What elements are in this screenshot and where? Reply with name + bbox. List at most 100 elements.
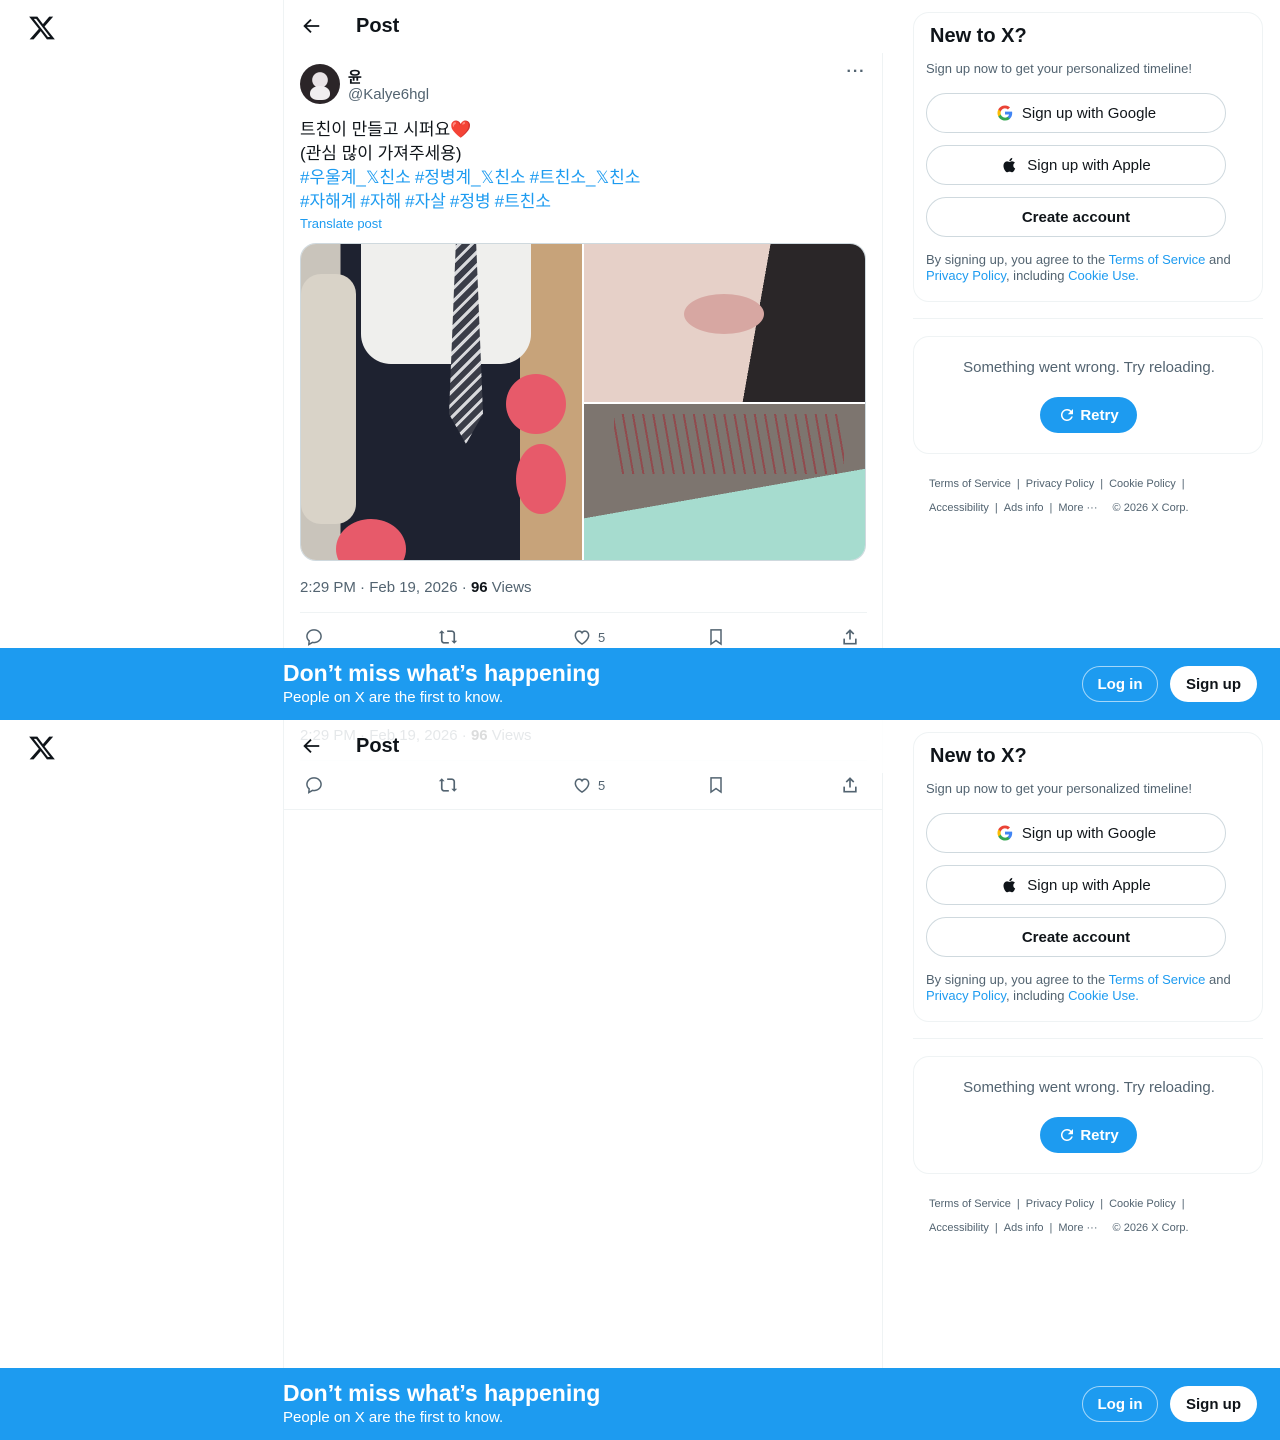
post-author: 윤 @Kalye6hgl ··· (300, 64, 867, 110)
like-count: 5 (598, 629, 606, 645)
hashtag-link[interactable]: #우울계_𝕏친소 (300, 168, 411, 187)
cookie-use-link[interactable]: Cookie Use. (1068, 988, 1139, 1003)
signup-terms: By signing up, you agree to the Terms of… (926, 252, 1256, 284)
reply-icon (306, 629, 322, 646)
back-arrow-icon[interactable] (300, 735, 322, 757)
bookmark-button[interactable] (706, 773, 726, 797)
hashtag-link[interactable]: #자살 (405, 192, 446, 211)
like-count: 5 (598, 777, 606, 793)
copyright: © 2026 X Corp. (1112, 502, 1189, 514)
footer-links: Terms of Service | Privacy Policy | Cookie P… (929, 1198, 1189, 1234)
avatar[interactable] (300, 64, 340, 104)
more-options-icon[interactable]: ··· (845, 64, 867, 86)
terms-of-service-link[interactable]: Terms of Service (1109, 972, 1206, 987)
google-signup-button[interactable]: Sign up with Google (926, 813, 1226, 853)
footer-link[interactable]: Cookie Policy (1109, 478, 1176, 490)
signup-button[interactable]: Sign up (1170, 1386, 1257, 1422)
x-logo-icon[interactable] (28, 14, 56, 42)
back-arrow-icon[interactable] (300, 15, 322, 37)
views-count: 96 (470, 579, 488, 596)
footer-link[interactable]: Privacy Policy (1026, 1198, 1094, 1210)
footer-more-link[interactable]: More ··· (1058, 502, 1097, 514)
post: 윤 @Kalye6hgl ··· 트친이 만들고 시퍼요❤️ (관심 많이 가져… (300, 64, 867, 661)
repost-button[interactable] (438, 625, 458, 649)
hashtag-link[interactable]: #트친소_𝕏친소 (530, 168, 641, 187)
bookmark-button[interactable] (706, 625, 726, 649)
privacy-policy-link[interactable]: Privacy Policy (926, 268, 1006, 283)
footer-link[interactable]: Privacy Policy (1026, 478, 1094, 490)
page-title: Post (356, 735, 400, 757)
login-button[interactable]: Log in (1082, 1386, 1158, 1422)
post-header: Post (284, 720, 883, 773)
terms-of-service-link[interactable]: Terms of Service (1109, 252, 1206, 267)
divider (913, 318, 1263, 319)
reply-icon (306, 777, 322, 794)
footer-link[interactable]: Terms of Service (929, 1198, 1011, 1210)
repost-button[interactable] (438, 773, 458, 797)
photo-detail (301, 274, 356, 524)
divider (913, 1038, 1263, 1039)
views-label: Views (487, 579, 532, 596)
share-button[interactable] (840, 773, 860, 797)
banner-title: Don’t miss what’s happening (283, 1380, 601, 1406)
retry-button[interactable]: Retry (1040, 1117, 1137, 1153)
terms-text: , including (1005, 268, 1069, 283)
heart-sticker (506, 374, 566, 434)
signup-button[interactable]: Sign up (1170, 666, 1257, 702)
footer-link[interactable]: Ads info (1004, 1222, 1044, 1234)
error-message: Something went wrong. Try reloading. (963, 1079, 1215, 1096)
media-photo-3[interactable] (584, 404, 865, 560)
retry-label: Retry (1080, 406, 1119, 424)
hashtag-link[interactable]: #트친소 (495, 192, 551, 211)
post-header: Post (284, 0, 883, 53)
apple-icon (1003, 877, 1016, 893)
footer-link[interactable]: Terms of Service (929, 478, 1011, 490)
login-button[interactable]: Log in (1082, 666, 1158, 702)
terms-text: By signing up, you agree to the (926, 252, 1109, 267)
footer-link[interactable]: Accessibility (929, 502, 989, 514)
hashtag-link[interactable]: #정병계_𝕏친소 (415, 168, 526, 187)
reply-button[interactable] (304, 625, 324, 649)
footer-more-link[interactable]: More ··· (1058, 1222, 1097, 1234)
post-text: 트친이 만들고 시퍼요❤️ (관심 많이 가져주세용) #우울계_𝕏친소 #정병계… (300, 118, 867, 214)
google-icon (997, 825, 1013, 841)
post-time[interactable]: 2:29 PM · Feb 19, 2026 · (300, 579, 471, 596)
google-icon (997, 105, 1013, 121)
media-photo-1[interactable] (301, 244, 582, 560)
privacy-policy-link[interactable]: Privacy Policy (926, 988, 1006, 1003)
translate-post-link[interactable]: Translate post (300, 216, 867, 231)
cookie-use-link[interactable]: Cookie Use. (1068, 268, 1139, 283)
signup-heading: New to X? (930, 25, 1027, 47)
signup-banner: Don’t miss what’s happening People on X … (0, 648, 1280, 720)
footer-link[interactable]: Cookie Policy (1109, 1198, 1176, 1210)
footer-link[interactable]: Ads info (1004, 502, 1044, 514)
share-icon (843, 629, 857, 645)
hashtags-row-2: #자해계 #자해 #자살 #정병 #트친소 (300, 190, 867, 214)
apple-signup-button[interactable]: Sign up with Apple (926, 865, 1226, 905)
share-button[interactable] (840, 625, 860, 649)
signup-card: New to X? Sign up now to get your person… (913, 732, 1263, 1022)
hashtag-link[interactable]: #정병 (450, 192, 491, 211)
author-handle[interactable]: @Kalye6hgl (348, 86, 429, 103)
google-signup-button[interactable]: Sign up with Google (926, 93, 1226, 133)
like-button[interactable]: 5 (572, 773, 605, 797)
author-name[interactable]: 윤 (348, 66, 362, 87)
frame-top: Post 윤 @Kalye6hgl ··· 트친이 만들고 시퍼요❤️ (관심 … (0, 0, 1280, 720)
create-account-button[interactable]: Create account (926, 197, 1226, 237)
sidebar: New to X? Sign up now to get your person… (913, 0, 1263, 720)
error-message: Something went wrong. Try reloading. (963, 359, 1215, 376)
signup-subtext: Sign up now to get your personalized tim… (926, 61, 1192, 76)
terms-text: and (1205, 252, 1231, 267)
apple-signup-button[interactable]: Sign up with Apple (926, 145, 1226, 185)
post-meta: 2:29 PM · Feb 19, 2026 · 96 Views (300, 579, 867, 596)
media-photo-2[interactable] (584, 244, 865, 402)
create-account-button[interactable]: Create account (926, 917, 1226, 957)
like-button[interactable]: 5 (572, 625, 605, 649)
hashtag-link[interactable]: #자해 (360, 192, 401, 211)
reply-button[interactable] (304, 773, 324, 797)
hashtag-link[interactable]: #자해계 (300, 192, 356, 211)
footer-link[interactable]: Accessibility (929, 1222, 989, 1234)
retry-button[interactable]: Retry (1040, 397, 1137, 433)
sidebar: New to X? Sign up now to get your person… (913, 720, 1263, 1440)
x-logo-icon[interactable] (28, 734, 56, 762)
